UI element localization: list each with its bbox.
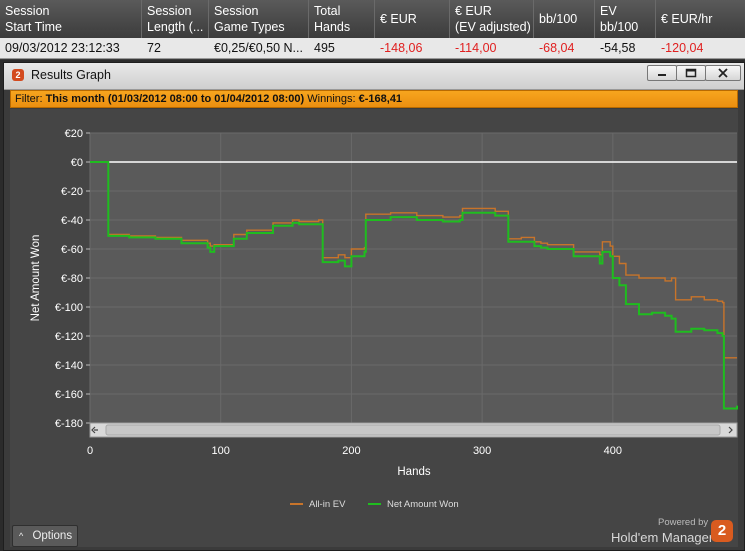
x-tick-label: 300 (473, 445, 491, 457)
y-axis-label: Net Amount Won (30, 235, 42, 322)
column-header-eur[interactable]: € EUR (380, 11, 417, 27)
filter-label: Filter: (15, 93, 43, 105)
x-tick-label: 0 (87, 445, 93, 457)
y-tick-label: €-60 (61, 244, 83, 256)
y-tick-label: €-140 (55, 360, 83, 372)
options-button[interactable]: ^ Options (12, 525, 78, 547)
column-divider[interactable] (655, 0, 656, 38)
results-graph-window: 2 Results Graph Filter: This month (01/0… (3, 62, 745, 551)
holdem-manager-name: Hold'em Manager (611, 530, 714, 545)
column-divider[interactable] (208, 0, 209, 38)
table-row[interactable]: 09/03/2012 23:12:33 72 €0,25/€0,50 N... … (0, 38, 745, 59)
cell-bb100: -68,04 (539, 41, 575, 55)
close-button[interactable] (705, 65, 741, 81)
y-tick-label: €-120 (55, 331, 83, 343)
filter-value: This month (01/03/2012 08:00 to 01/04/20… (45, 93, 305, 105)
powered-by-text: Powered by (658, 517, 709, 528)
y-tick-label: €-100 (55, 302, 83, 314)
filter-bar: Filter: This month (01/03/2012 08:00 to … (10, 90, 738, 108)
scrollbar-thumb[interactable] (105, 424, 721, 436)
cell-total-hands: 495 (314, 41, 335, 55)
column-divider[interactable] (308, 0, 309, 38)
column-divider[interactable] (594, 0, 595, 38)
y-tick-label: €-20 (61, 186, 83, 198)
column-header-start-time[interactable]: Session Start Time (5, 3, 62, 35)
winnings-label: Winnings: (307, 93, 356, 105)
legend-label-allin-ev: All-in EV (309, 499, 346, 510)
cell-ev-bb100: -54,58 (600, 41, 636, 55)
column-header-eur-hr[interactable]: € EUR/hr (661, 11, 712, 27)
column-header-ev-bb100[interactable]: EV bb/100 (600, 3, 638, 35)
x-tick-label: 200 (342, 445, 360, 457)
column-divider[interactable] (449, 0, 450, 38)
maximize-icon (685, 68, 697, 78)
column-header-bb100[interactable]: bb/100 (539, 11, 577, 27)
cell-eur: -148,06 (380, 41, 423, 55)
x-tick-label: 400 (604, 445, 622, 457)
holdem-manager-logo: 2 (711, 520, 733, 542)
close-icon (718, 68, 728, 78)
column-header-eur-ev-adjusted[interactable]: € EUR (EV adjusted) (455, 3, 531, 35)
minimize-icon (658, 74, 666, 76)
maximize-button[interactable] (676, 65, 706, 81)
x-axis-label: Hands (397, 466, 430, 478)
options-label: Options (32, 530, 73, 542)
column-divider[interactable] (141, 0, 142, 38)
column-divider[interactable] (533, 0, 534, 38)
results-table: Session Start Time Session Length (... S… (0, 0, 745, 60)
x-axis-ticks: 0 100 200 300 400 (87, 445, 622, 457)
cell-session-length: 72 (147, 41, 161, 55)
results-chart: €20 €0 €-20 €-40 €-60 €-80 €-100 €-120 €-140 €-16… (30, 128, 738, 510)
y-tick-label: €20 (65, 128, 83, 140)
column-divider[interactable] (374, 0, 375, 38)
column-header-total-hands[interactable]: Total Hands (314, 3, 350, 35)
window-title: Results Graph (31, 68, 111, 82)
y-tick-label: €0 (71, 157, 83, 169)
minimize-button[interactable] (647, 65, 677, 81)
cell-eur-ev-adjusted: -114,00 (455, 41, 497, 55)
cell-eur-hr: -120,04 (661, 41, 704, 55)
y-tick-label: €-160 (55, 389, 83, 401)
app-logo-icon: 2 (12, 69, 24, 81)
graph-panel: €20 €0 €-20 €-40 €-60 €-80 €-100 €-120 €-140 €-16… (10, 109, 738, 547)
y-tick-label: €-180 (55, 418, 83, 430)
winnings-value: €-168,41 (358, 93, 403, 105)
y-tick-label: €-40 (61, 215, 83, 227)
table-header-row: Session Start Time Session Length (... S… (0, 0, 745, 39)
chevron-up-icon: ^ (19, 531, 24, 541)
y-axis-ticks: €20 €0 €-20 €-40 €-60 €-80 €-100 €-120 €-140 €-16… (55, 128, 90, 430)
column-header-session-length[interactable]: Session Length (... (147, 3, 203, 35)
column-header-game-types[interactable]: Session Game Types (214, 3, 285, 35)
x-tick-label: 100 (212, 445, 230, 457)
window-titlebar[interactable]: 2 Results Graph (4, 63, 744, 90)
y-tick-label: €-80 (61, 273, 83, 285)
cell-start-time: 09/03/2012 23:12:33 (5, 41, 120, 55)
cell-game-types: €0,25/€0,50 N... (214, 41, 303, 55)
legend-label-net-won: Net Amount Won (387, 499, 459, 510)
